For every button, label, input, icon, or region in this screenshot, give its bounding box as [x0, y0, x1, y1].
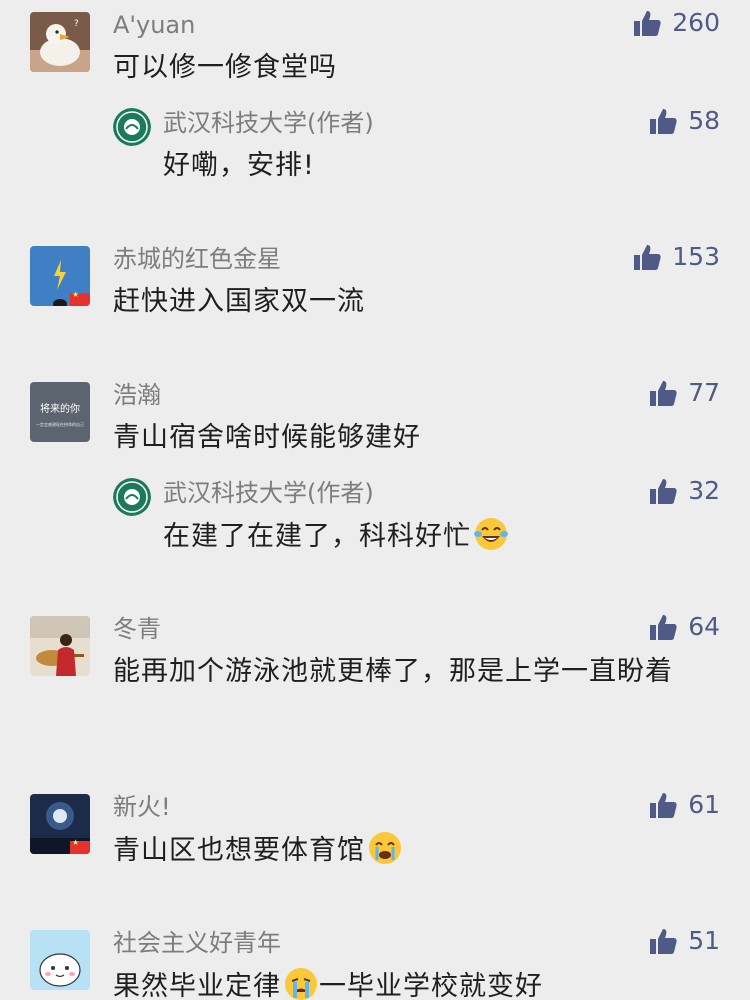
reply-text: 在建了在建了，科科好忙	[163, 521, 471, 552]
thumbs-up-icon	[650, 793, 677, 818]
comment-feed: ? A'yuan 可以修一修食堂吗 260 武汉科技大学(作者) 好嘞，安排!	[0, 0, 750, 1000]
reply-text-line: 在建了在建了，科科好忙	[163, 516, 713, 557]
like-count: 77	[688, 378, 720, 407]
thumbs-up-icon	[650, 381, 677, 406]
like-count: 51	[688, 926, 720, 955]
like-button[interactable]: 153	[632, 242, 720, 272]
avatar[interactable]	[30, 616, 90, 676]
china-flag-badge	[70, 838, 90, 854]
school-logo-avatar[interactable]	[113, 108, 151, 146]
like-count: 64	[688, 612, 720, 641]
school-logo-avatar[interactable]	[113, 478, 151, 516]
avatar-text-line2: 一定会感谢现在拼命的自己	[36, 421, 84, 427]
like-button[interactable]: 77	[648, 378, 720, 408]
like-button[interactable]: 260	[632, 8, 720, 38]
comment-author: 浩瀚	[113, 381, 161, 409]
reply-text: 好嘞，安排!	[163, 150, 315, 181]
comment-author: 冬青	[113, 615, 161, 643]
thumbs-up-icon	[650, 479, 677, 504]
thumbs-up-icon	[634, 11, 661, 36]
avatar[interactable]: 将来的你 一定会感谢现在拼命的自己	[30, 382, 90, 442]
like-button[interactable]: 32	[648, 476, 720, 506]
like-button[interactable]: 58	[648, 106, 720, 136]
reply-author: 武汉科技大学(作者)	[163, 479, 374, 507]
like-count: 153	[672, 242, 720, 271]
avatar[interactable]	[30, 794, 90, 854]
comment-text: 能再加个游泳池就更棒了，那是上学一直盼着	[113, 656, 673, 687]
comment-text: 赶快进入国家双一流	[113, 286, 365, 317]
avatar[interactable]	[30, 930, 90, 990]
comment-author: 赤城的红色金星	[113, 245, 281, 273]
laughing-tears-emoji	[474, 518, 508, 550]
comment-text-before: 果然毕业定律	[113, 971, 281, 1000]
thumbs-up-icon	[650, 929, 677, 954]
avatar[interactable]	[30, 246, 90, 306]
svg-text:?: ?	[74, 19, 79, 29]
crying-emoji	[369, 832, 401, 864]
avatar-text-line1: 将来的你	[40, 402, 80, 415]
comment-author: 社会主义好青年	[113, 929, 281, 957]
comment-author: 新火!	[113, 793, 171, 821]
thumbs-up-icon	[634, 245, 661, 270]
china-flag-badge	[70, 290, 90, 306]
reply-author: 武汉科技大学(作者)	[163, 109, 374, 137]
like-count: 260	[672, 8, 720, 37]
like-count: 61	[688, 790, 720, 819]
thumbs-up-icon	[650, 109, 677, 134]
like-button[interactable]: 61	[648, 790, 720, 820]
comment-text: 青山区也想要体育馆	[113, 835, 365, 866]
like-button[interactable]: 64	[648, 612, 720, 642]
comment-text-line: 青山区也想要体育馆	[113, 830, 713, 871]
thumbs-up-icon	[650, 615, 677, 640]
avatar[interactable]: ?	[30, 12, 90, 72]
comment-text: 可以修一修食堂吗	[113, 52, 337, 83]
comment-text: 青山宿舍啥时候能够建好	[113, 422, 421, 453]
like-count: 32	[688, 476, 720, 505]
sobbing-emoji	[285, 968, 317, 1000]
comment-text-after: 一毕业学校就变好	[319, 971, 543, 1000]
like-count: 58	[688, 106, 720, 135]
comment-author: A'yuan	[113, 11, 196, 39]
comment-text-line: 果然毕业定律 一毕业学校就变好	[113, 966, 713, 1000]
like-button[interactable]: 51	[648, 926, 720, 956]
